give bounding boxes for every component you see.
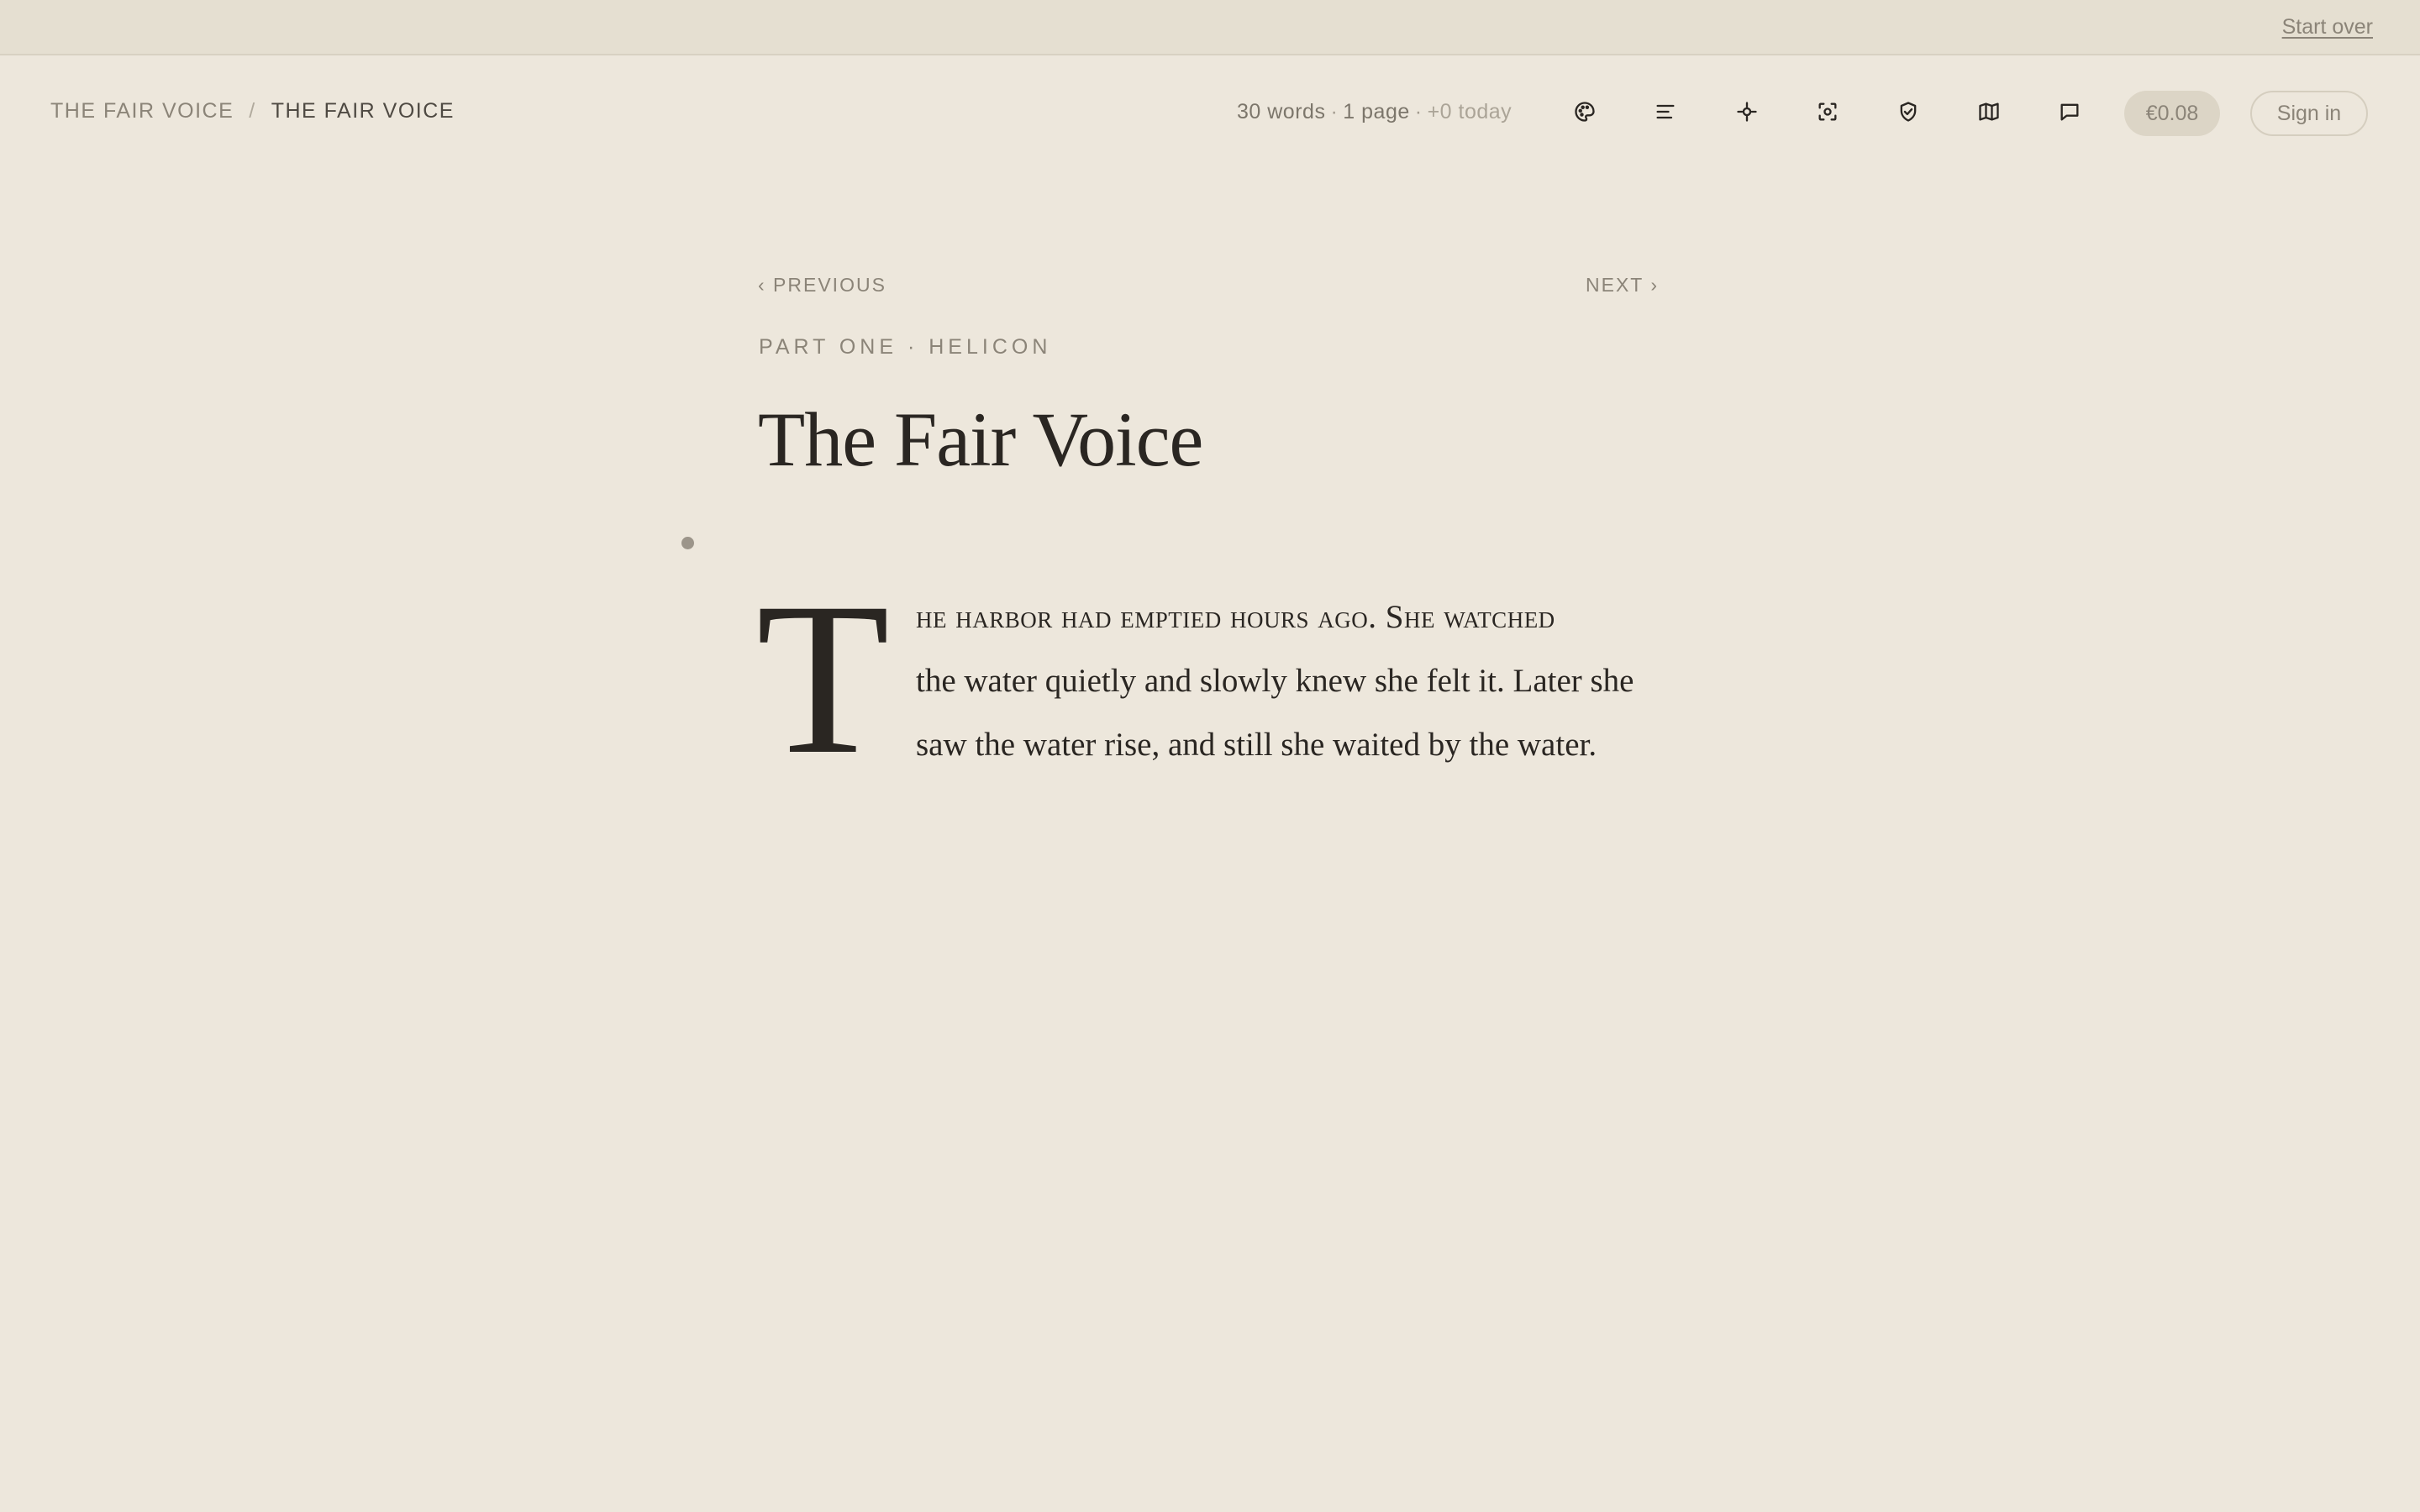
focus-button[interactable] (1726, 91, 1768, 133)
align-icon (1656, 104, 1675, 119)
stats-separator: · (1414, 100, 1423, 123)
palette-icon (1575, 102, 1595, 122)
breadcrumb-separator: / (249, 99, 256, 123)
body-line-3: saw the water rise, and still she waited… (916, 727, 1597, 763)
map-icon (1979, 102, 1999, 121)
align-button[interactable] (1644, 91, 1686, 133)
map-button[interactable] (1968, 91, 2010, 133)
screenshot-button[interactable] (1807, 91, 1849, 133)
sign-in-button[interactable]: Sign in (2250, 91, 2368, 136)
word-count: 30 words (1237, 100, 1326, 123)
drop-cap: T (756, 558, 890, 800)
page-count: 1 page (1343, 100, 1410, 123)
shield-icon (1900, 102, 1917, 122)
today-count: +0 today (1427, 100, 1512, 123)
body-line-1: he harbor had emptied hours ago. She wat… (916, 599, 1555, 635)
breadcrumb-parent[interactable]: THE FAIR VOICE (50, 99, 234, 123)
paragraph-marker-dot[interactable] (681, 537, 694, 549)
comment-icon (2060, 103, 2079, 121)
next-chapter-link[interactable]: NEXT › (1586, 274, 1659, 297)
focus-icon (1737, 102, 1757, 122)
comment-button[interactable] (2049, 91, 2091, 133)
start-over-link[interactable]: Start over (2282, 15, 2373, 39)
stats-separator: · (1330, 100, 1339, 123)
price-badge[interactable]: €0.08 (2124, 91, 2220, 136)
part-label: PART ONE · HELICON (759, 335, 1052, 359)
body-line-2: the water quietly and slowly knew she fe… (916, 663, 1634, 699)
word-stats: 30 words · 1 page · +0 today (1237, 100, 1512, 124)
screenshot-icon (1818, 102, 1837, 121)
chapter-title[interactable]: The Fair Voice (758, 395, 1203, 484)
body-paragraph[interactable]: he harbor had emptied hours ago. She wat… (916, 585, 1672, 777)
breadcrumb-current: THE FAIR VOICE (271, 99, 455, 123)
shield-button[interactable] (1887, 91, 1929, 133)
breadcrumb: THE FAIR VOICE / THE FAIR VOICE (50, 99, 455, 123)
palette-button[interactable] (1564, 91, 1606, 133)
header: THE FAIR VOICE / THE FAIR VOICE 30 words · 1… (0, 55, 2420, 171)
top-bar: Start over (0, 0, 2420, 55)
previous-chapter-link[interactable]: ‹ PREVIOUS (758, 274, 886, 297)
